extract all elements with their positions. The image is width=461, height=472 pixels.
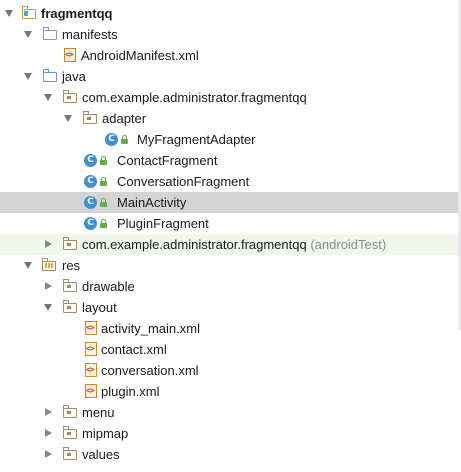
chevron-down-icon[interactable] [64, 115, 72, 122]
tree-item-label: menu [82, 405, 115, 420]
project-tree: fragmentqq manifests AndroidManifest.xml… [0, 0, 461, 472]
chevron-down-icon[interactable] [24, 73, 32, 80]
tree-item-label: adapter [102, 111, 147, 126]
tree-item-class[interactable]: C PluginFragment [0, 213, 461, 234]
folder-icon [62, 279, 77, 292]
tree-item-label: mipmap [82, 426, 129, 441]
tree-item-project[interactable]: fragmentqq [0, 3, 461, 24]
folder-icon [62, 405, 77, 418]
test-package-suffix: (androidTest) [310, 237, 387, 252]
tree-item-layout-file[interactable]: contact.xml [0, 339, 461, 360]
chevron-down-icon[interactable] [24, 31, 32, 38]
package-icon [82, 111, 97, 124]
tree-item-label: conversation.xml [101, 363, 199, 378]
chevron-right-icon[interactable] [45, 429, 52, 437]
xml-file-icon [85, 384, 97, 398]
tree-item-test-package[interactable]: com.example.administrator.fragmentqq (an… [0, 234, 461, 255]
xml-file-icon [85, 363, 97, 377]
chevron-down-icon[interactable] [44, 304, 52, 311]
lock-icon [121, 135, 128, 144]
tree-item-label: values [82, 447, 120, 462]
tree-item-menu[interactable]: menu [0, 402, 461, 423]
tree-item-drawable[interactable]: drawable [0, 276, 461, 297]
chevron-down-icon[interactable] [44, 94, 52, 101]
folder-icon [42, 27, 57, 40]
class-icon: C [84, 154, 97, 167]
tree-item-label: com.example.administrator.fragmentqq [82, 90, 307, 105]
lock-icon [100, 219, 107, 228]
source-folder-icon [42, 69, 57, 82]
chevron-down-icon[interactable] [24, 262, 32, 269]
resource-folder-icon [41, 258, 56, 271]
chevron-right-icon[interactable] [45, 282, 52, 290]
tree-item-android-manifest[interactable]: AndroidManifest.xml [0, 45, 461, 66]
class-icon: C [84, 217, 97, 230]
tree-item-label: PluginFragment [117, 216, 209, 231]
xml-file-icon [64, 48, 76, 62]
tree-item-label: res [62, 258, 81, 273]
tree-item-java[interactable]: java [0, 66, 461, 87]
tree-item-label: ConversationFragment [117, 174, 250, 189]
xml-file-icon [85, 342, 97, 356]
folder-icon [62, 300, 77, 313]
chevron-down-icon[interactable] [5, 10, 13, 17]
tree-item-class-selected[interactable]: C MainActivity [0, 192, 461, 213]
tree-item-adapter[interactable]: adapter [0, 108, 461, 129]
tree-item-label: MyFragmentAdapter [137, 132, 256, 147]
lock-icon [100, 198, 107, 207]
tree-item-label: manifests [62, 27, 118, 42]
tree-item-manifests[interactable]: manifests [0, 24, 461, 45]
package-icon [62, 237, 77, 250]
tree-item-label: com.example.administrator.fragmentqq (an… [82, 236, 386, 253]
tree-item-layout-file[interactable]: conversation.xml [0, 360, 461, 381]
chevron-right-icon[interactable] [45, 450, 52, 458]
lock-icon [100, 156, 107, 165]
chevron-right-icon[interactable] [45, 240, 52, 248]
class-icon: C [84, 196, 97, 209]
tree-item-label: contact.xml [101, 342, 167, 357]
test-package-name: com.example.administrator.fragmentqq [82, 237, 307, 252]
tree-item-layout-file[interactable]: activity_main.xml [0, 318, 461, 339]
tree-item-label: layout [82, 300, 117, 315]
class-icon: C [84, 175, 97, 188]
project-folder-icon [21, 6, 36, 19]
tree-item-layout-file[interactable]: plugin.xml [0, 381, 461, 402]
tree-item-label: activity_main.xml [101, 321, 200, 336]
tree-item-label: MainActivity [117, 195, 187, 210]
lock-icon [100, 177, 107, 186]
tree-item-mipmap[interactable]: mipmap [0, 423, 461, 444]
tree-item-label: AndroidManifest.xml [81, 48, 199, 63]
tree-item-class[interactable]: C ConversationFragment [0, 171, 461, 192]
tree-item-label: java [62, 69, 86, 84]
chevron-right-icon[interactable] [45, 408, 52, 416]
tree-item-layout[interactable]: layout [0, 297, 461, 318]
package-icon [62, 90, 77, 103]
tree-item-values[interactable]: values [0, 444, 461, 465]
tree-item-label: ContactFragment [117, 153, 218, 168]
tree-item-res[interactable]: res [0, 255, 461, 276]
tree-item-class[interactable]: C MyFragmentAdapter [0, 129, 461, 150]
xml-file-icon [85, 321, 97, 335]
tree-item-main-package[interactable]: com.example.administrator.fragmentqq [0, 87, 461, 108]
folder-icon [62, 426, 77, 439]
tree-item-label: plugin.xml [101, 384, 160, 399]
folder-icon [62, 447, 77, 460]
class-icon: C [105, 133, 118, 146]
tree-item-class[interactable]: C ContactFragment [0, 150, 461, 171]
tree-item-label: fragmentqq [41, 6, 113, 21]
tree-item-label: drawable [82, 279, 135, 294]
